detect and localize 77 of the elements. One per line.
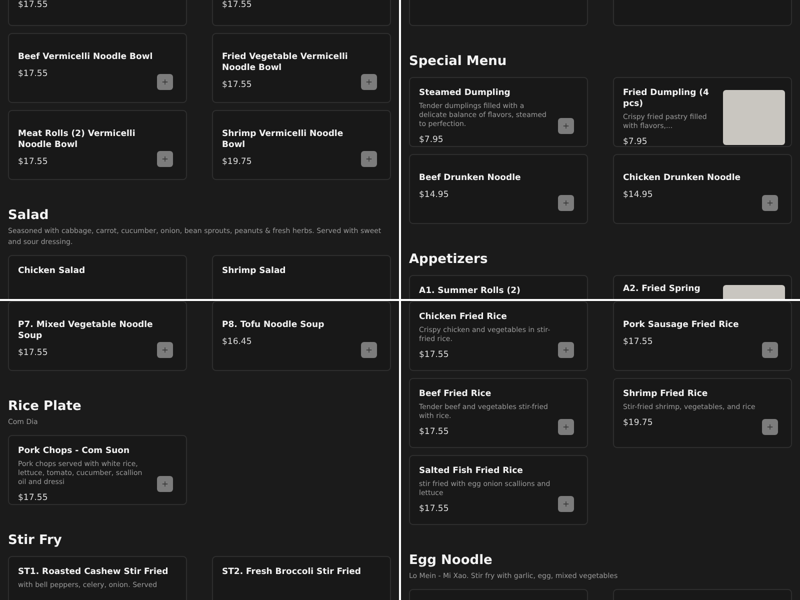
item-price: $19.75 xyxy=(222,157,252,168)
plus-icon xyxy=(562,423,570,431)
add-button[interactable] xyxy=(361,342,377,358)
item-title: Fried Vegetable Vermicelli Noodle Bowl xyxy=(222,52,349,74)
item-title: Chicken Salad xyxy=(18,266,86,277)
add-button[interactable] xyxy=(558,195,574,211)
item-price: $17.55 xyxy=(18,69,48,80)
item-price: $17.55 xyxy=(18,157,48,168)
add-button[interactable] xyxy=(157,151,173,167)
plus-icon xyxy=(161,78,169,86)
plus-icon xyxy=(766,423,774,431)
item-title: P8. Tofu Noodle Soup xyxy=(222,320,324,331)
add-button[interactable] xyxy=(762,342,778,358)
item-price: $16.45 xyxy=(222,337,252,348)
item-title: Salted Fish Fried Rice xyxy=(419,466,523,477)
section-heading: Egg Noodle xyxy=(409,553,494,569)
add-button[interactable] xyxy=(558,419,574,435)
plus-icon xyxy=(365,78,373,86)
item-title: Pork Chops - Com Suon xyxy=(18,446,130,457)
add-button[interactable] xyxy=(157,74,173,90)
item-price: $17.55 xyxy=(419,427,449,438)
item-title: P7. Mixed Vegetable Noodle Soup xyxy=(18,320,154,342)
photo-placeholder xyxy=(723,90,785,144)
item-title: Steamed Dumpling xyxy=(419,88,510,99)
add-button[interactable] xyxy=(558,342,574,358)
plus-icon xyxy=(365,155,373,163)
plus-icon xyxy=(562,500,570,508)
item-title: Shrimp Fried Rice xyxy=(623,389,708,400)
item-price: $7.95 xyxy=(623,137,648,148)
item-title: Pork Sausage Fried Rice xyxy=(623,320,739,331)
item-price: $17.55 xyxy=(18,0,48,11)
add-button[interactable] xyxy=(762,195,778,211)
add-button[interactable] xyxy=(762,419,778,435)
item-title: A1. Summer Rolls (2) xyxy=(419,286,520,297)
plus-icon xyxy=(161,346,169,354)
item-price: $17.55 xyxy=(419,504,449,515)
add-button[interactable] xyxy=(558,118,574,134)
plus-icon xyxy=(161,480,169,488)
item-title: Shrimp Salad xyxy=(222,266,286,277)
section-heading: Rice Plate xyxy=(8,399,82,415)
add-button[interactable] xyxy=(558,496,574,512)
item-title: ST1. Roasted Cashew Stir Fried xyxy=(18,567,168,578)
section-heading: Stir Fry xyxy=(8,533,63,549)
item-price: $14.95 xyxy=(419,190,449,201)
item-price: $14.95 xyxy=(623,190,653,201)
item-title: ST2. Fresh Broccoli Stir Fried xyxy=(222,567,361,578)
item-title: Shrimp Vermicelli Noodle Bowl xyxy=(222,129,344,151)
plus-icon xyxy=(562,122,570,130)
section-heading: Salad xyxy=(8,208,50,224)
item-title: Fried Dumpling (4 pcs) xyxy=(623,88,710,110)
item-price: $17.55 xyxy=(18,493,48,504)
item-price: $17.55 xyxy=(419,350,449,361)
item-title: Beef Drunken Noodle xyxy=(419,173,521,184)
item-title: Beef Vermicelli Noodle Bowl xyxy=(18,52,153,63)
add-button[interactable] xyxy=(361,74,377,90)
plus-icon xyxy=(766,199,774,207)
add-button[interactable] xyxy=(157,476,173,492)
item-price: $17.55 xyxy=(18,348,48,359)
add-button[interactable] xyxy=(361,151,377,167)
plus-icon xyxy=(365,346,373,354)
item-title: Meat Rolls (2) Vermicelli Noodle Bowl xyxy=(18,129,136,151)
item-title: Beef Fried Rice xyxy=(419,389,492,400)
plus-icon xyxy=(562,346,570,354)
section-heading: Appetizers xyxy=(409,252,489,268)
item-price: $17.55 xyxy=(222,0,252,11)
item-price: $19.75 xyxy=(623,418,653,429)
section-heading: Special Menu xyxy=(409,54,508,70)
plus-icon xyxy=(161,155,169,163)
item-price: $7.95 xyxy=(419,135,444,146)
item-price: $17.55 xyxy=(222,80,252,91)
item-title: Chicken Drunken Noodle xyxy=(623,173,741,184)
plus-icon xyxy=(766,346,774,354)
item-title: Chicken Fried Rice xyxy=(419,312,507,323)
item-title: A2. Fried Spring xyxy=(623,284,700,295)
add-button[interactable] xyxy=(157,342,173,358)
item-price: $17.55 xyxy=(623,337,653,348)
plus-icon xyxy=(562,199,570,207)
